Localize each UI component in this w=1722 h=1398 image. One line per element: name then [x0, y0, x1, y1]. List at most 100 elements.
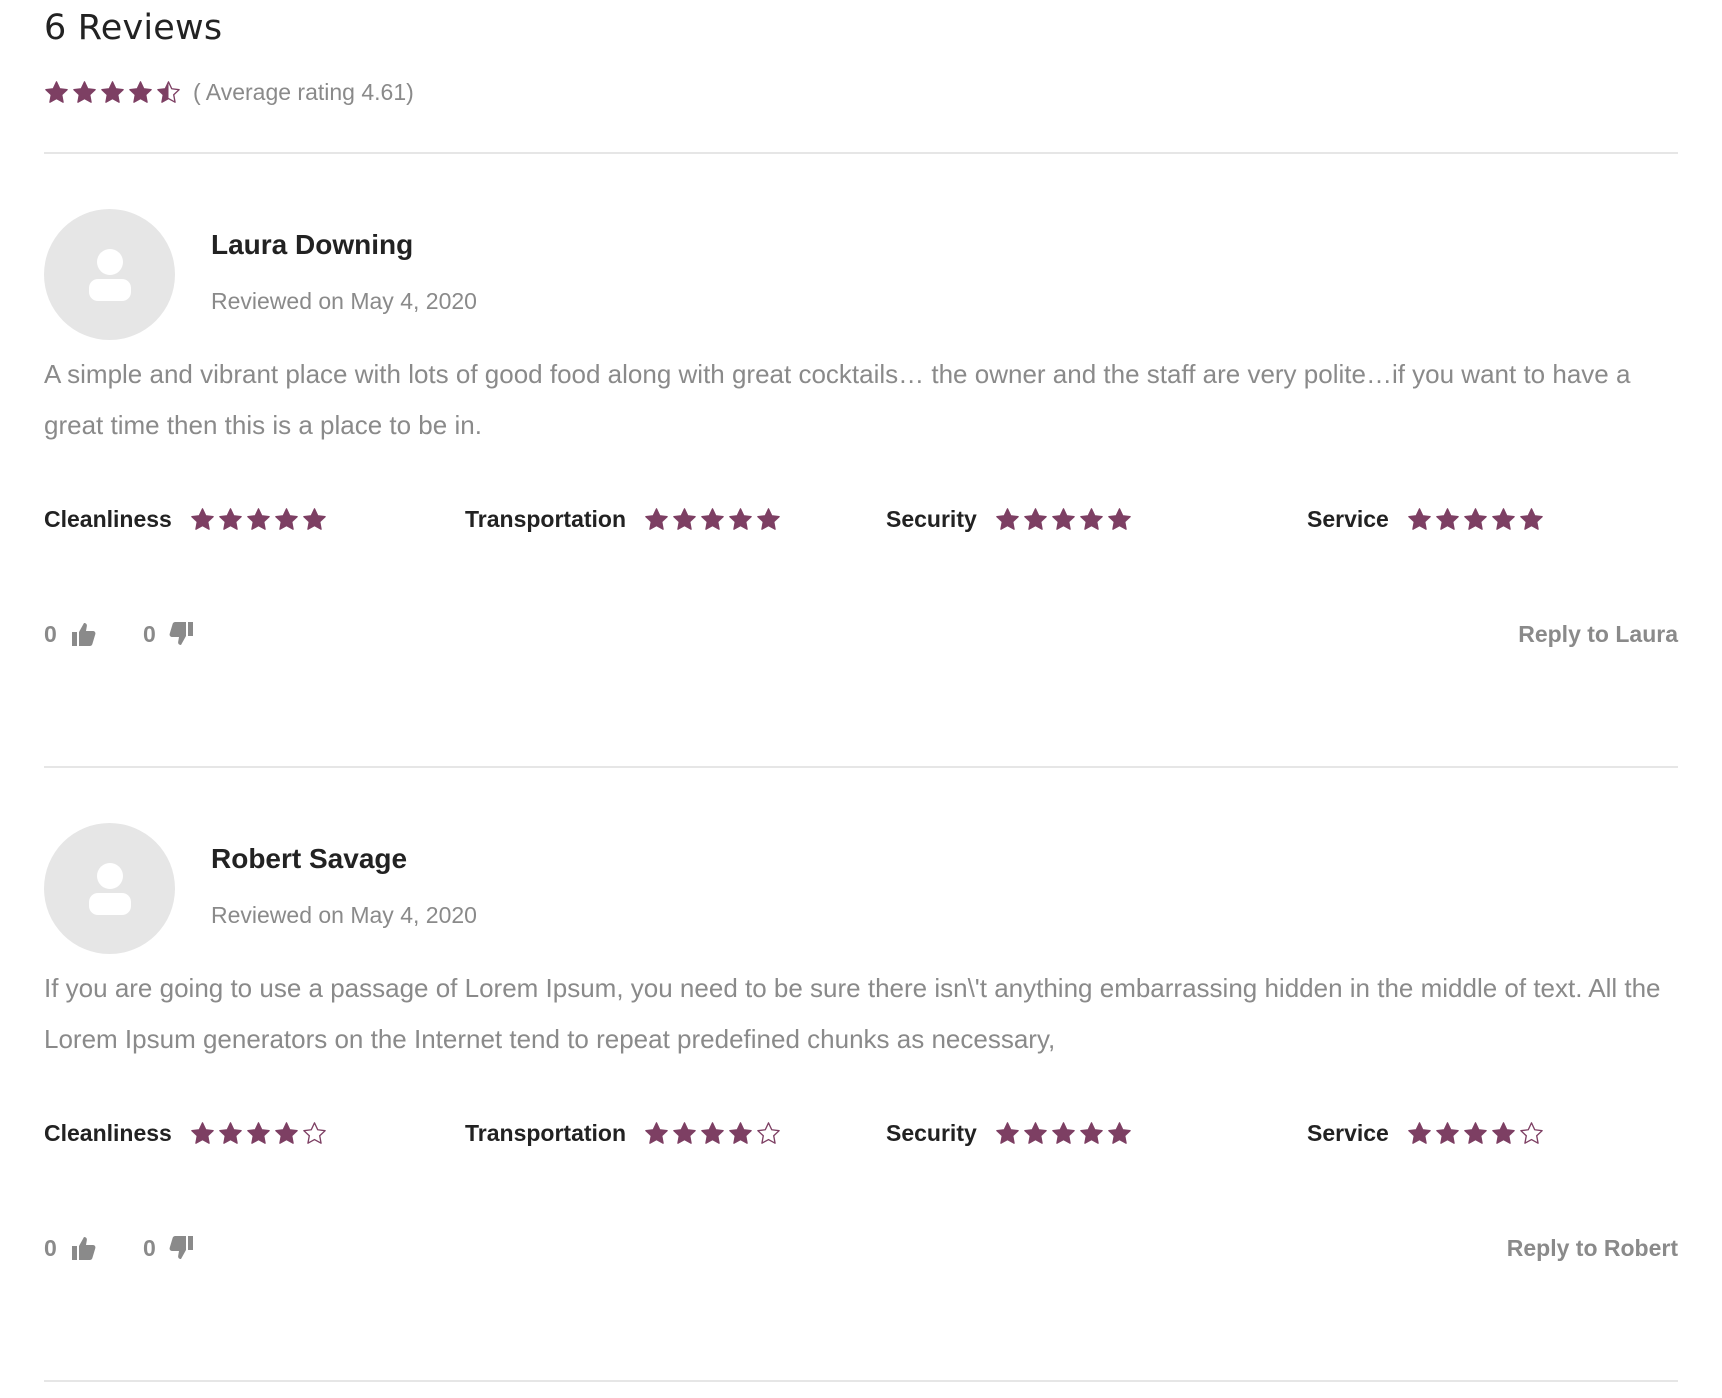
- review-card: Robert Savage Reviewed on May 4, 2020 If…: [44, 768, 1678, 1380]
- star-full-icon: [275, 507, 298, 530]
- star-full-icon: [1492, 507, 1515, 530]
- star-full-icon: [219, 1121, 242, 1144]
- rating-cleanliness: Cleanliness: [44, 499, 327, 539]
- average-rating-label: ( Average rating 4.61): [193, 78, 414, 105]
- review-actions: 0 0 Reply to Robert: [44, 1228, 1678, 1268]
- star-empty-icon: [757, 1121, 780, 1144]
- star-full-icon: [701, 507, 724, 530]
- star-full-icon: [757, 507, 780, 530]
- star-full-icon: [729, 1121, 752, 1144]
- criterion-label: Security: [886, 1119, 977, 1146]
- star-full-icon: [1408, 507, 1431, 530]
- reviews-section: 6 Reviews ( Average rating 4.61) Laura D…: [0, 0, 1722, 1398]
- star-full-icon: [701, 1121, 724, 1144]
- star-full-icon: [1107, 507, 1131, 530]
- review-date: Reviewed on May 4, 2020: [211, 288, 477, 314]
- rating-criteria: Cleanliness Transportation Security Serv…: [44, 499, 1678, 539]
- like-button[interactable]: 0: [44, 614, 97, 654]
- star-full-icon: [1464, 1121, 1487, 1144]
- star-full-icon: [45, 80, 68, 103]
- star-full-icon: [1023, 507, 1047, 530]
- star-full-icon: [1107, 1121, 1131, 1144]
- user-icon: [88, 862, 131, 915]
- criterion-stars: [644, 1121, 781, 1146]
- star-full-icon: [129, 80, 152, 103]
- rating-transportation: Transportation: [465, 1113, 781, 1153]
- review-text: A simple and vibrant place with lots of …: [44, 359, 1631, 440]
- thumbs-up-icon: [71, 623, 96, 646]
- star-full-icon: [995, 1121, 1019, 1144]
- star-full-icon: [247, 1121, 270, 1144]
- star-full-icon: [1023, 1121, 1047, 1144]
- star-full-icon: [645, 507, 668, 530]
- criterion-label: Security: [886, 505, 977, 532]
- dislike-count: 0: [143, 620, 156, 647]
- criterion-stars: [995, 507, 1132, 532]
- dislike-count: 0: [143, 1234, 156, 1261]
- reviewer-name: Laura Downing: [211, 229, 414, 260]
- thumbs-down-icon: [169, 1236, 193, 1259]
- criterion-label: Cleanliness: [44, 1119, 172, 1146]
- criterion-label: Service: [1307, 1119, 1389, 1146]
- criterion-stars: [1407, 507, 1544, 532]
- criterion-stars: [190, 1121, 327, 1146]
- star-full-icon: [1079, 1121, 1103, 1144]
- star-full-icon: [1492, 1121, 1515, 1144]
- star-full-icon: [1464, 507, 1487, 530]
- like-button[interactable]: 0: [44, 1228, 97, 1268]
- star-empty-icon: [1520, 1121, 1543, 1144]
- star-full-icon: [303, 507, 326, 530]
- rating-security: Security: [886, 499, 1132, 539]
- review-actions: 0 0 Reply to Laura: [44, 614, 1678, 654]
- star-full-icon: [101, 80, 124, 103]
- user-icon: [88, 248, 131, 301]
- criterion-label: Transportation: [465, 505, 627, 532]
- rating-cleanliness: Cleanliness: [44, 1113, 327, 1153]
- average-rating-stars: [44, 80, 181, 105]
- rating-service: Service: [1307, 499, 1544, 539]
- star-full-icon: [1079, 507, 1103, 530]
- star-full-icon: [219, 507, 242, 530]
- like-count: 0: [44, 620, 57, 647]
- rating-criteria: Cleanliness Transportation Security Serv…: [44, 1113, 1678, 1153]
- reply-link[interactable]: Reply to Robert: [1507, 1228, 1678, 1268]
- star-full-icon: [191, 507, 214, 530]
- reviewer-name: Robert Savage: [211, 843, 408, 874]
- criterion-stars: [1407, 1121, 1544, 1146]
- avatar: [44, 823, 175, 954]
- like-count: 0: [44, 1234, 57, 1261]
- criterion-stars: [995, 1121, 1132, 1146]
- rating-transportation: Transportation: [465, 499, 781, 539]
- star-full-icon: [995, 507, 1019, 530]
- reply-link[interactable]: Reply to Laura: [1518, 614, 1678, 654]
- review-date: Reviewed on May 4, 2020: [211, 902, 477, 928]
- review-text: If you are going to use a passage of Lor…: [44, 973, 1661, 1054]
- star-full-icon: [247, 507, 270, 530]
- star-full-icon: [1520, 507, 1543, 530]
- star-full-icon: [191, 1121, 214, 1144]
- thumbs-up-icon: [71, 1237, 96, 1260]
- star-full-icon: [73, 80, 96, 103]
- rating-security: Security: [886, 1113, 1132, 1153]
- dislike-button[interactable]: 0: [143, 1228, 196, 1268]
- dislike-button[interactable]: 0: [143, 614, 196, 654]
- thumbs-down-icon: [169, 622, 193, 645]
- star-full-icon: [275, 1121, 298, 1144]
- star-full-icon: [729, 507, 752, 530]
- reviews-count-title: 6 Reviews: [44, 8, 223, 48]
- criterion-label: Service: [1307, 505, 1389, 532]
- star-full-icon: [645, 1121, 668, 1144]
- star-full-icon: [1436, 507, 1459, 530]
- criterion-stars: [644, 507, 781, 532]
- star-empty-icon: [303, 1121, 326, 1144]
- star-full-icon: [1051, 1121, 1075, 1144]
- average-rating-summary: ( Average rating 4.61): [44, 74, 414, 110]
- criterion-label: Cleanliness: [44, 505, 172, 532]
- avatar: [44, 209, 175, 340]
- star-full-icon: [1051, 507, 1075, 530]
- criterion-label: Transportation: [465, 1119, 627, 1146]
- divider: [44, 1380, 1678, 1382]
- star-full-icon: [1436, 1121, 1459, 1144]
- star-half-icon: [157, 80, 180, 103]
- review-card: Laura Downing Reviewed on May 4, 2020 A …: [44, 154, 1678, 766]
